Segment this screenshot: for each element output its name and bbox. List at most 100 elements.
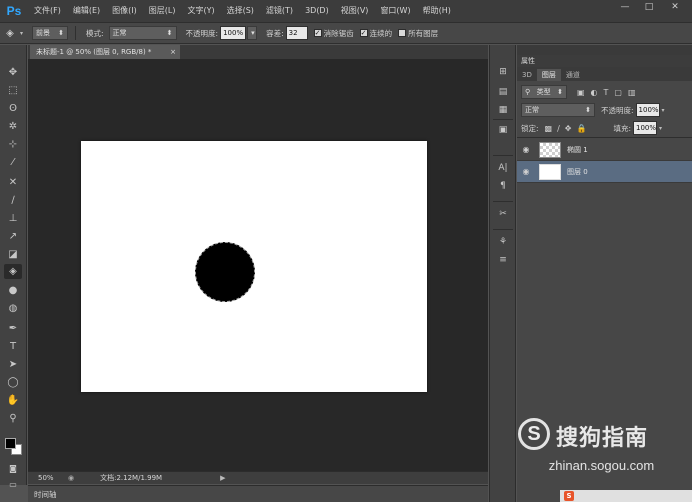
- dodge-tool-icon[interactable]: ◍: [4, 301, 22, 316]
- menu-view[interactable]: 视图(V): [335, 0, 375, 22]
- lasso-tool-icon[interactable]: ʘ: [4, 101, 22, 116]
- crop-tool-icon[interactable]: ⊹: [4, 137, 22, 152]
- divider: [75, 26, 77, 40]
- paragraph-panel-icon[interactable]: ¶: [495, 179, 511, 193]
- menu-filter[interactable]: 滤镜(T): [260, 0, 299, 22]
- canvas-workspace[interactable]: [28, 59, 488, 471]
- tab-layers[interactable]: 图层: [536, 69, 561, 81]
- menu-file[interactable]: 文件(F): [28, 0, 67, 22]
- quick-mask-icon[interactable]: ◙: [4, 461, 22, 476]
- antialias-label: 消除锯齿: [323, 28, 354, 38]
- swatches-panel-icon[interactable]: ▦: [495, 103, 511, 117]
- healing-brush-tool-icon[interactable]: ✕: [4, 175, 22, 190]
- magic-wand-tool-icon[interactable]: ✲: [4, 119, 22, 134]
- layer-opacity-input[interactable]: 100%: [635, 103, 660, 117]
- hand-tool-icon[interactable]: ✋: [4, 393, 22, 408]
- all-layers-label: 所有图层: [408, 28, 439, 38]
- fill-input[interactable]: 100%: [632, 121, 657, 135]
- opacity-label: 不透明度:: [185, 28, 219, 38]
- mode-label: 模式:: [86, 28, 104, 38]
- document-canvas[interactable]: [81, 141, 427, 392]
- sogou-watermark: S 搜狗指南 zhinan.sogou.com: [514, 414, 689, 484]
- menu-select[interactable]: 选择(S): [221, 0, 260, 22]
- menu-help[interactable]: 帮助(H): [417, 0, 457, 22]
- chevron-down-icon[interactable]: ▾: [662, 107, 665, 114]
- close-button[interactable]: ✕: [664, 0, 686, 14]
- menu-type[interactable]: 文字(Y): [181, 0, 220, 22]
- document-tab[interactable]: 未标题-1 @ 50% (图层 0, RGB/8) * ×: [30, 45, 180, 59]
- black-ellipse-selection[interactable]: [195, 242, 255, 302]
- character-panel-icon[interactable]: A|: [495, 161, 511, 175]
- menu-edit[interactable]: 编辑(E): [67, 0, 106, 22]
- pen-tool-icon[interactable]: ✒: [4, 321, 22, 336]
- tolerance-input[interactable]: 32: [285, 26, 308, 40]
- screen-mode-icon[interactable]: ▭: [4, 477, 22, 492]
- move-tool-icon[interactable]: ✥: [4, 65, 22, 80]
- layer-row-ellipse[interactable]: ◉ 椭圆 1: [517, 139, 692, 161]
- menu-window[interactable]: 窗口(W): [374, 0, 416, 22]
- paint-bucket-tool-icon[interactable]: ◈: [4, 264, 22, 279]
- tab-channels[interactable]: 通道: [561, 69, 585, 81]
- sogou-input-icon[interactable]: S: [564, 491, 574, 501]
- zoom-tool-icon[interactable]: ⚲: [4, 411, 22, 426]
- collapsed-panels-column: ⊞ ▤ ▦ ▣ A| ¶ ✂ ⚘ ≡: [489, 45, 516, 502]
- clone-stamp-tool-icon[interactable]: ⊥: [4, 211, 22, 226]
- taskbar-strip: S: [560, 490, 692, 502]
- layer-filter-select[interactable]: ⚲ 类型 ⬍: [521, 85, 567, 99]
- layer-filter-icons[interactable]: ▣◐T▢▥: [577, 88, 642, 97]
- paint-bucket-icon[interactable]: ◈: [0, 28, 20, 39]
- divider: [493, 201, 513, 202]
- status-menu-arrow-icon[interactable]: ▶: [220, 474, 225, 482]
- history-brush-tool-icon[interactable]: ↗: [4, 229, 22, 244]
- foreground-color-swatch-front[interactable]: [5, 438, 16, 449]
- restore-button[interactable]: □: [638, 0, 660, 14]
- close-tab-icon[interactable]: ×: [170, 48, 176, 56]
- actions-panel-icon[interactable]: ▤: [495, 85, 511, 99]
- type-tool-icon[interactable]: T: [4, 339, 22, 354]
- search-icon: ⚲: [525, 88, 531, 96]
- minimize-button[interactable]: —: [614, 0, 636, 14]
- eyedropper-tool-icon[interactable]: ⁄: [4, 155, 22, 170]
- tool-presets-panel-icon[interactable]: ✂: [495, 207, 511, 221]
- tools-panel: ✥ ⬚ ʘ ✲ ⊹ ⁄ ✕ ∕ ⊥ ↗ ◪ ◈ ● ◍ ✒ T ➤ ◯ ✋ ⚲ …: [0, 45, 27, 489]
- fill-source-select[interactable]: 前景 ⬍: [32, 26, 69, 40]
- ellipse-tool-icon[interactable]: ◯: [4, 375, 22, 390]
- zoom-level[interactable]: 50%: [38, 474, 62, 482]
- fill-label: 填充:: [613, 123, 631, 133]
- layer-name: 椭圆 1: [567, 145, 588, 154]
- opacity-input[interactable]: 100%: [220, 26, 247, 40]
- marquee-tool-icon[interactable]: ⬚: [4, 83, 22, 98]
- opacity-dropdown[interactable]: ▾: [247, 26, 258, 40]
- history-panel-icon[interactable]: ⊞: [495, 65, 511, 79]
- adjustments-panel-icon[interactable]: ▣: [495, 123, 511, 137]
- sogou-logo-icon: S: [518, 418, 550, 450]
- tool-preset-caret-icon[interactable]: ▾: [20, 30, 23, 37]
- divider: [493, 155, 513, 156]
- eraser-tool-icon[interactable]: ◪: [4, 247, 22, 262]
- mode-select[interactable]: 正常 ⬍: [108, 26, 177, 40]
- blur-tool-icon[interactable]: ●: [4, 283, 22, 298]
- brush-tool-icon[interactable]: ∕: [4, 193, 22, 208]
- tab-3d[interactable]: 3D: [517, 69, 537, 81]
- eye-icon[interactable]: ◉: [517, 145, 535, 154]
- eye-icon[interactable]: ◉: [517, 167, 535, 176]
- watermark-url: zhinan.sogou.com: [548, 458, 655, 473]
- chevron-down-icon[interactable]: ▾: [659, 125, 662, 132]
- menu-layer[interactable]: 图层(L): [143, 0, 182, 22]
- blend-mode-select[interactable]: 正常 ⬍: [521, 103, 595, 117]
- antialias-checkbox[interactable]: ✓: [313, 29, 322, 37]
- layer-row-layer0[interactable]: ◉ 图层 0: [517, 161, 692, 183]
- timeline-panel-tab[interactable]: 时间轴: [28, 485, 488, 502]
- menu-image[interactable]: 图像(I): [106, 0, 143, 22]
- menu-3d[interactable]: 3D(D): [299, 0, 335, 22]
- properties-panel-tab[interactable]: 属性: [517, 55, 692, 67]
- brush-presets-panel-icon[interactable]: ≡: [495, 253, 511, 267]
- contiguous-checkbox[interactable]: ✓: [359, 29, 368, 37]
- brush-panel-icon[interactable]: ⚘: [495, 235, 511, 249]
- watermark-brand: 搜狗指南: [556, 426, 649, 451]
- divider: [517, 137, 692, 138]
- path-selection-tool-icon[interactable]: ➤: [4, 357, 22, 372]
- lock-icons[interactable]: ▩∕✥🔒: [545, 124, 592, 133]
- document-tab-bar: 未标题-1 @ 50% (图层 0, RGB/8) * ×: [28, 45, 488, 59]
- all-layers-checkbox[interactable]: [398, 29, 407, 37]
